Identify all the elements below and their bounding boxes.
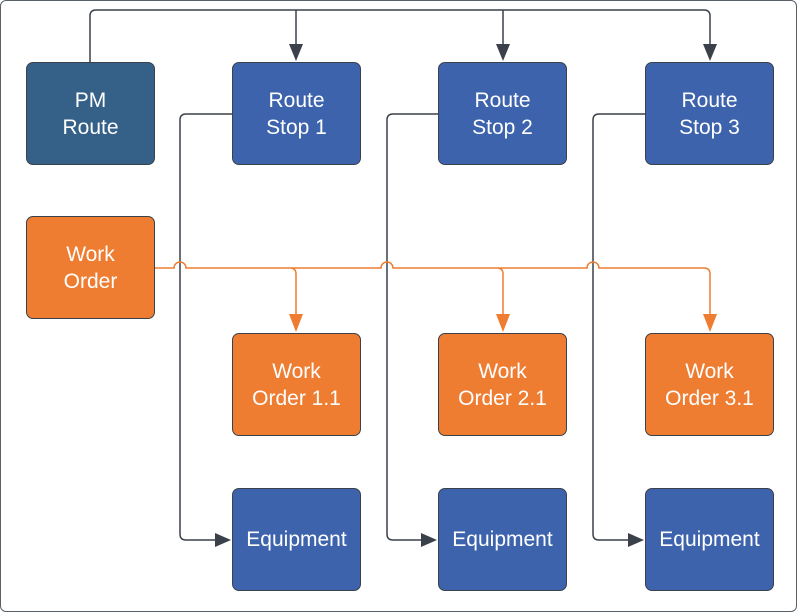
arrowhead xyxy=(628,533,644,547)
node-work-order[interactable]: Work Order xyxy=(26,216,155,319)
edge-stop2-equipment xyxy=(386,113,438,541)
edge-stop3-equipment xyxy=(592,113,645,541)
node-work-order-2-1[interactable]: Work Order 2.1 xyxy=(438,333,567,436)
node-equipment-3[interactable]: Equipment xyxy=(645,488,774,591)
arrowhead xyxy=(289,44,303,61)
arrowhead xyxy=(421,533,437,547)
node-equipment-1[interactable]: Equipment xyxy=(232,488,361,591)
arrowhead xyxy=(703,44,717,61)
node-equipment-2[interactable]: Equipment xyxy=(438,488,567,591)
arrowhead xyxy=(496,314,510,332)
arrowhead xyxy=(496,44,510,61)
node-route-stop-3[interactable]: Route Stop 3 xyxy=(645,62,774,165)
node-work-order-1-1[interactable]: Work Order 1.1 xyxy=(232,333,361,436)
edge-stop1-equipment xyxy=(179,113,232,541)
node-pm-route[interactable]: PM Route xyxy=(26,62,155,165)
node-route-stop-2[interactable]: Route Stop 2 xyxy=(438,62,567,165)
edge-pm-route-stops xyxy=(89,9,711,62)
node-work-order-3-1[interactable]: Work Order 3.1 xyxy=(645,333,774,436)
arrowhead xyxy=(289,314,303,332)
arrowhead xyxy=(703,314,717,332)
arrowhead xyxy=(215,533,231,547)
edge-work-order-children xyxy=(155,261,711,316)
node-route-stop-1[interactable]: Route Stop 1 xyxy=(232,62,361,165)
